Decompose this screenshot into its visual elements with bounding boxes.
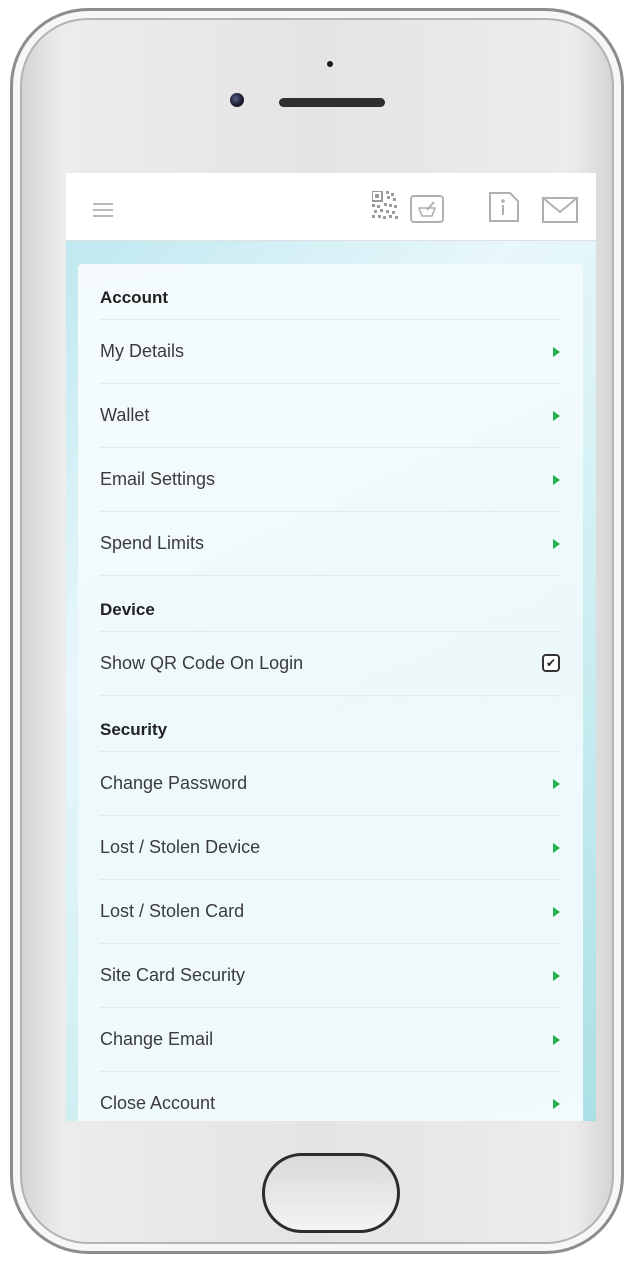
section-title: Device bbox=[100, 600, 155, 619]
menu-item-site-card-security[interactable]: Site Card Security bbox=[100, 944, 560, 1008]
menu-item-change-password[interactable]: Change Password bbox=[100, 752, 560, 816]
checkbox-checked-icon[interactable]: ✔ bbox=[542, 654, 560, 672]
menu-item-spend-limits[interactable]: Spend Limits bbox=[100, 512, 560, 576]
menu-item-label: Change Email bbox=[100, 1029, 214, 1049]
menu-item-label: Close Account bbox=[100, 1093, 216, 1113]
info-icon[interactable] bbox=[488, 191, 520, 228]
menu-item-label: Show QR Code On Login bbox=[100, 653, 304, 673]
menu-item-label: Wallet bbox=[100, 405, 150, 425]
qr-code-icon[interactable] bbox=[371, 190, 398, 228]
chevron-right-icon bbox=[553, 539, 560, 549]
menu-item-my-details[interactable]: My Details bbox=[100, 320, 560, 384]
chevron-right-icon bbox=[553, 475, 560, 485]
top-toolbar bbox=[66, 173, 596, 241]
chevron-right-icon bbox=[553, 411, 560, 421]
chevron-right-icon bbox=[553, 347, 560, 357]
menu-item-label: Lost / Stolen Device bbox=[100, 837, 261, 857]
menu-item-close-account[interactable]: Close Account bbox=[100, 1072, 560, 1121]
chevron-right-icon bbox=[553, 1099, 560, 1109]
chevron-right-icon bbox=[553, 971, 560, 981]
menu-icon[interactable] bbox=[93, 203, 113, 217]
chevron-right-icon bbox=[553, 779, 560, 789]
menu-item-lost-stolen-device[interactable]: Lost / Stolen Device bbox=[100, 816, 560, 880]
mortar-pestle-icon[interactable] bbox=[410, 195, 444, 228]
app-screen: Account My Details Wallet Email Settings… bbox=[66, 173, 596, 1121]
menu-item-label: Lost / Stolen Card bbox=[100, 901, 245, 921]
menu-item-label: My Details bbox=[100, 341, 185, 361]
section-header-account: Account bbox=[100, 264, 560, 320]
menu-item-label: Email Settings bbox=[100, 469, 216, 489]
section-header-security: Security bbox=[100, 696, 560, 752]
menu-item-wallet[interactable]: Wallet bbox=[100, 384, 560, 448]
section-title: Account bbox=[100, 288, 168, 307]
home-button[interactable] bbox=[262, 1153, 400, 1233]
menu-item-show-qr-code[interactable]: Show QR Code On Login ✔ bbox=[100, 632, 560, 696]
menu-item-label: Spend Limits bbox=[100, 533, 205, 553]
section-title: Security bbox=[100, 720, 168, 739]
chevron-right-icon bbox=[553, 1035, 560, 1045]
proximity-sensor bbox=[327, 61, 333, 67]
settings-menu: Account My Details Wallet Email Settings… bbox=[78, 264, 583, 1121]
phone-frame: Account My Details Wallet Email Settings… bbox=[10, 8, 624, 1254]
menu-item-lost-stolen-card[interactable]: Lost / Stolen Card bbox=[100, 880, 560, 944]
menu-item-email-settings[interactable]: Email Settings bbox=[100, 448, 560, 512]
chevron-right-icon bbox=[553, 843, 560, 853]
earpiece-speaker bbox=[279, 98, 385, 107]
chevron-right-icon bbox=[553, 907, 560, 917]
envelope-icon[interactable] bbox=[542, 197, 578, 228]
menu-item-change-email[interactable]: Change Email bbox=[100, 1008, 560, 1072]
section-header-device: Device bbox=[100, 576, 560, 632]
menu-item-label: Change Password bbox=[100, 773, 248, 793]
front-camera bbox=[230, 93, 244, 107]
menu-item-label: Site Card Security bbox=[100, 965, 246, 985]
